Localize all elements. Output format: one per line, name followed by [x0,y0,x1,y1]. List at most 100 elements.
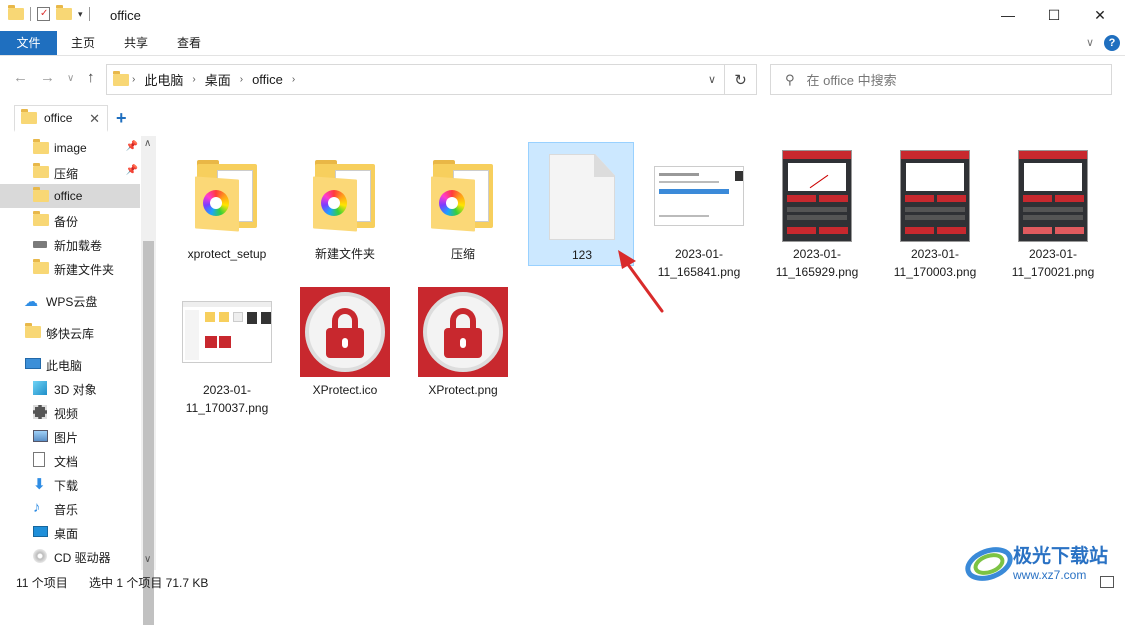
sidebar-item-label: 新加载卷 [54,239,103,253]
file-item-folder[interactable]: 新建文件夹 [292,142,398,266]
sidebar-item-label: 视频 [54,407,79,421]
recent-locations-icon[interactable]: ∨ [67,73,74,84]
chevron-down-icon[interactable]: ▾ [78,9,83,20]
sidebar-item-office[interactable]: office [0,184,140,208]
file-item-folder[interactable]: xprotect_setup [174,142,280,266]
folder-icon [33,163,49,178]
annotation-arrow [618,250,664,313]
sidebar-item-label: 桌面 [54,527,79,541]
folder-icon [33,211,49,226]
sidebar-item-this-pc[interactable]: 此电脑 [0,352,140,376]
app-screenshot-thumbnail [900,150,970,242]
sidebar-item-label: 下载 [54,479,79,493]
file-name: 新建文件夹 [314,247,375,261]
watermark-swoosh-icon [965,547,1013,581]
help-icon[interactable]: ? [1104,35,1120,51]
sidebar-item-new-folder[interactable]: 新建文件夹 [0,256,140,280]
image-thumbnail [654,150,744,242]
file-item-image[interactable]: 2023-01-11_170021.png [1000,142,1106,279]
selection-info: 选中 1 个项目 71.7 KB [89,576,209,590]
sidebar-item-new-volume[interactable]: 新加载卷 [0,232,140,256]
chevron-right-icon[interactable]: › [240,74,243,85]
close-tab-icon[interactable]: ✕ [89,111,100,127]
dialog-screenshot-thumbnail [654,166,744,226]
breadcrumb-office[interactable]: office [252,72,283,87]
breadcrumb-this-pc[interactable]: 此电脑 [144,70,183,89]
maximize-button[interactable]: ☐ [1031,0,1077,30]
file-name: 2023-01-11_170021.png [1011,247,1095,279]
app-screenshot-thumbnail [782,150,852,242]
sidebar-scrollbar[interactable]: ∧ ∨ [141,136,156,625]
sidebar-item-videos[interactable]: 视频 [0,400,140,424]
image-thumbnail [772,150,862,242]
sidebar-item-backup[interactable]: 备份 [0,208,140,232]
lock-icon [300,286,390,378]
file-item-image[interactable]: 2023-01-11_165929.png [764,142,870,279]
folder-icon [300,150,390,242]
refresh-button[interactable]: ↻ [725,64,757,95]
new-folder-icon[interactable] [56,5,72,20]
desktop-icon [33,526,48,537]
sidebar-item-gokuai[interactable]: 够快云库 [0,320,140,344]
tab-home[interactable]: 主页 [60,31,106,55]
divider [30,7,31,21]
tab-office[interactable]: office ✕ [14,105,108,132]
sidebar-item-cd-drive[interactable]: CD 驱动器 [0,544,140,568]
sidebar-item-label: 此电脑 [46,359,83,373]
window-title: office [110,8,141,23]
sidebar-item-wps-cloud[interactable]: ☁ WPS云盘 [0,288,140,312]
minimize-button[interactable]: — [985,0,1031,30]
sidebar-item-downloads[interactable]: ⬇ 下载 [0,472,140,496]
address-dropdown-icon[interactable]: ∨ [708,73,716,86]
pin-icon: 📌 [125,165,138,176]
forward-arrow-icon[interactable]: → [40,69,55,86]
sidebar-item-documents[interactable]: 文档 [0,448,140,472]
new-tab-icon[interactable]: + [116,108,127,129]
back-arrow-icon[interactable]: ← [13,69,28,86]
properties-icon[interactable]: ✓ [37,7,50,21]
chevron-right-icon[interactable]: › [192,74,195,85]
breadcrumb-desktop[interactable]: 桌面 [205,70,231,89]
document-icon [33,452,45,467]
scrollbar-thumb[interactable] [143,241,154,625]
pin-icon: 📌 [125,141,138,152]
watermark-url: www.xz7.com [1013,568,1087,582]
sidebar-item-music[interactable]: ♪ 音乐 [0,496,140,520]
close-button[interactable]: ✕ [1077,0,1123,30]
tab-view[interactable]: 查看 [166,31,212,55]
tab-file[interactable]: 文件 [0,31,57,55]
sidebar-item-compressed[interactable]: 压缩 📌 [0,160,140,184]
chevron-right-icon[interactable]: › [132,74,135,85]
watermark-text: 极光下载站 [1013,546,1109,567]
file-item-image[interactable]: 2023-01-11_170003.png [882,142,988,279]
up-arrow-icon[interactable]: ↑ [87,69,95,86]
sidebar-item-label: 够快云库 [46,327,95,341]
folder-icon [33,139,49,154]
blank-file-icon [537,151,627,243]
address-bar[interactable]: › 此电脑 › 桌面 › office › ∨ [106,64,725,95]
expand-ribbon-icon[interactable]: ∨ [1086,36,1094,49]
sidebar-item-pictures[interactable]: 图片 [0,424,140,448]
image-thumbnail [1008,150,1098,242]
tab-share[interactable]: 共享 [113,31,159,55]
title-bar: ✓ ▾ office — ☐ ✕ [0,0,1125,32]
sidebar-item-image[interactable]: image 📌 [0,136,140,160]
sidebar-item-3d-objects[interactable]: 3D 对象 [0,376,140,400]
sidebar-item-desktop[interactable]: 桌面 [0,520,140,544]
sidebar-item-label: office [54,189,83,203]
image-thumbnail [890,150,980,242]
ribbon-tabs: 文件 主页 共享 查看 ∨ ? [0,31,1125,56]
scroll-down-icon[interactable]: ∨ [144,554,151,565]
quick-access-toolbar: ✓ ▾ [8,5,90,21]
file-item-image[interactable]: XProtect.png [410,278,516,402]
chevron-right-icon[interactable]: › [292,74,295,85]
folder-icon [113,70,129,86]
file-name: 2023-01-11_170037.png [185,383,269,415]
cloud-icon: ☁ [24,293,38,309]
file-item-folder[interactable]: 压缩 [410,142,516,266]
search-input[interactable]: ⚲ 在 office 中搜索 [770,64,1112,95]
sidebar-item-label: 音乐 [54,503,79,517]
file-item-image[interactable]: 2023-01-11_170037.png [174,278,280,415]
scroll-up-icon[interactable]: ∧ [144,138,151,149]
file-item-icon-file[interactable]: XProtect.ico [292,278,398,402]
